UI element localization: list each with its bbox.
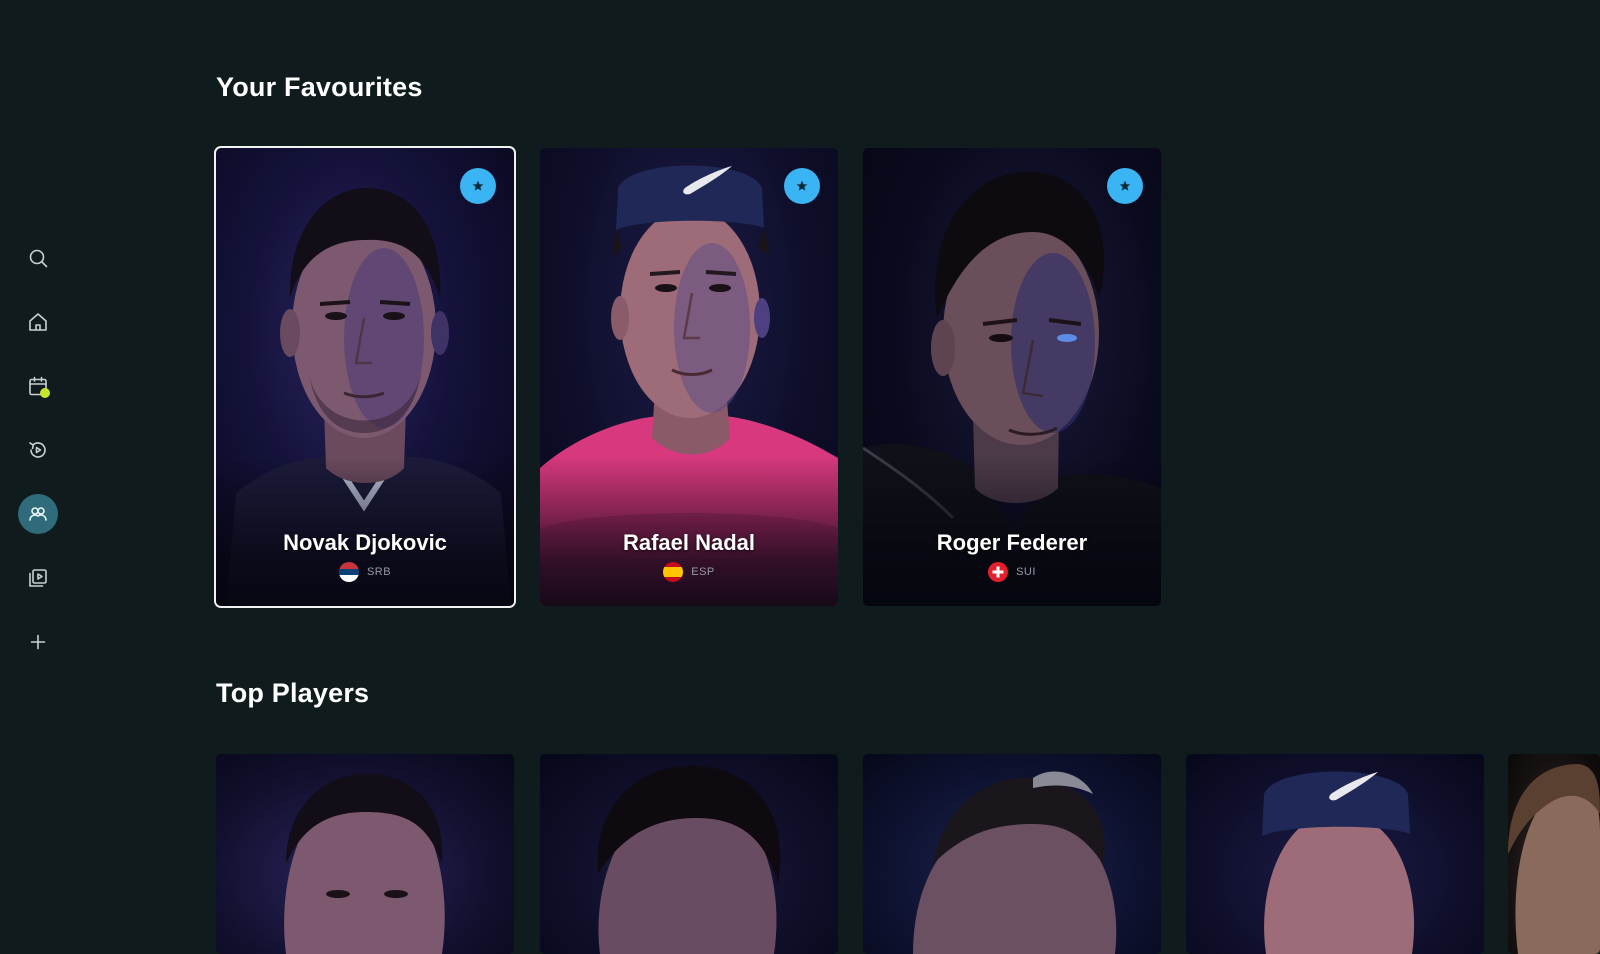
favourite-badge[interactable]: [460, 168, 496, 204]
player-photo: [1262, 771, 1415, 954]
player-photo: [1508, 764, 1600, 954]
player-country: ESP: [540, 562, 838, 582]
country-code: SUI: [1016, 566, 1036, 578]
favourite-badge[interactable]: [784, 168, 820, 204]
player-card-djokovic[interactable]: Novak Djokovic SRB: [214, 146, 516, 608]
player-name: Rafael Nadal: [622, 530, 756, 555]
home-icon: [29, 313, 47, 331]
top-players-title: Top Players: [216, 678, 370, 708]
country-code: ESP: [691, 566, 715, 578]
player-card-federer[interactable]: Roger Federer SUI: [863, 148, 1161, 606]
player-photo: [284, 774, 445, 954]
players-icon: [29, 507, 47, 521]
favourite-badge[interactable]: [1107, 168, 1143, 204]
notification-dot: [40, 388, 50, 398]
sidebar-item-more[interactable]: [18, 622, 58, 662]
sidebar-item-home[interactable]: [18, 302, 58, 342]
sidebar-item-players[interactable]: [18, 494, 58, 534]
player-photo: [913, 771, 1117, 954]
sidebar-item-replays[interactable]: [18, 430, 58, 470]
star-icon: [796, 180, 808, 191]
sidebar-item-schedule[interactable]: [18, 366, 58, 406]
player-name: Novak Djokovic: [283, 530, 447, 555]
serbia-flag-icon: [338, 562, 359, 582]
player-country: SRB: [216, 562, 514, 582]
switzerland-flag-icon: [988, 562, 1009, 582]
top-player-card[interactable]: [216, 754, 514, 954]
top-player-card[interactable]: [540, 754, 838, 954]
country-code: SRB: [366, 566, 392, 578]
star-icon: [1119, 180, 1131, 191]
top-player-card[interactable]: [1508, 754, 1600, 954]
replay-icon: [29, 442, 46, 458]
sidebar-item-videos[interactable]: [18, 558, 58, 598]
player-name: Roger Federer: [936, 530, 1088, 555]
sidebar-item-search[interactable]: [18, 238, 58, 278]
player-card-nadal[interactable]: Rafael Nadal ESP: [540, 148, 838, 606]
video-library-icon: [29, 569, 47, 587]
star-icon: [472, 180, 484, 191]
sidebar-nav: [0, 0, 76, 900]
top-player-card[interactable]: [863, 754, 1161, 954]
player-country: SUI: [863, 562, 1161, 582]
plus-icon: [30, 634, 46, 650]
player-photo: [597, 765, 781, 954]
spain-flag-icon: [663, 562, 684, 582]
search-icon: [29, 249, 48, 268]
favourites-title: Your Favourites: [216, 72, 423, 102]
top-player-card[interactable]: [1186, 754, 1484, 954]
